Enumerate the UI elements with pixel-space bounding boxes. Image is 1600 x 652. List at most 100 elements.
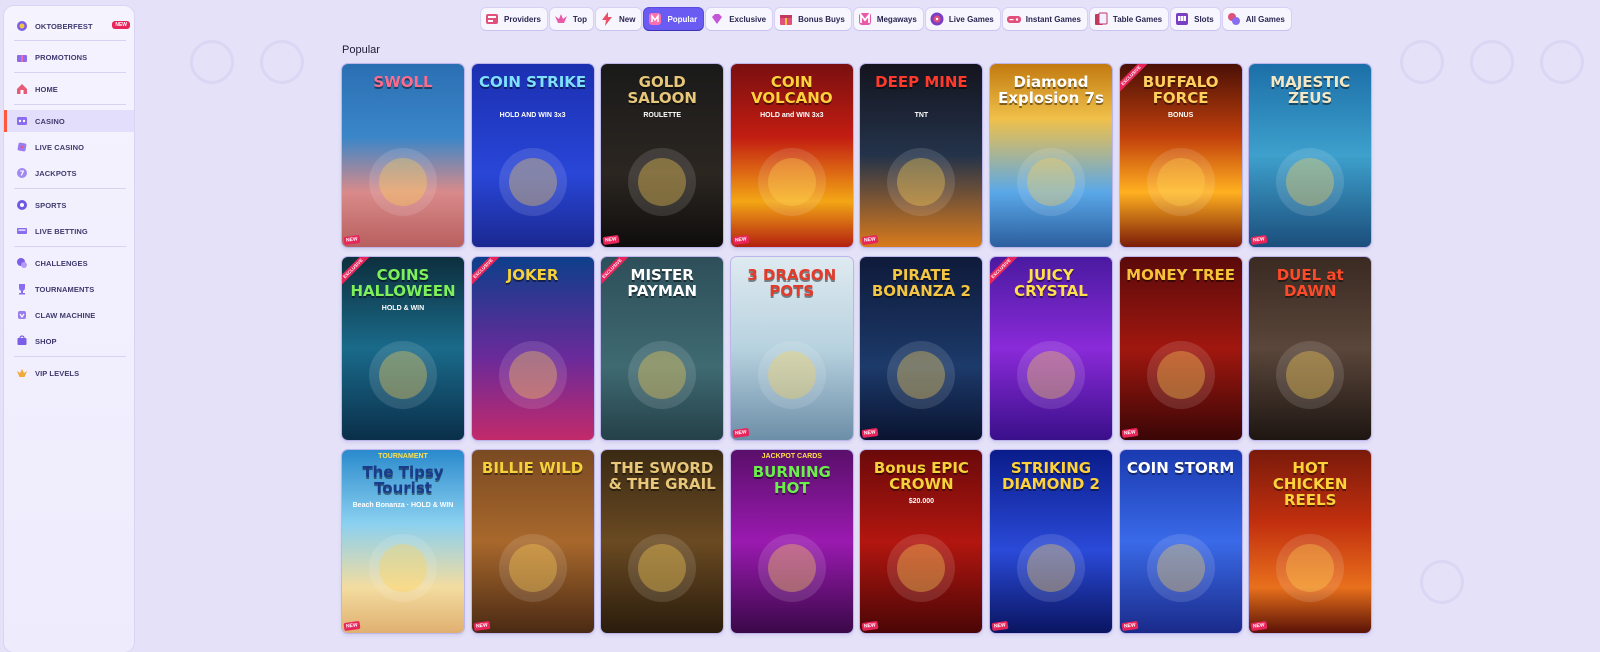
sidebar-item-label: LIVE CASINO xyxy=(35,142,85,152)
game-tile[interactable]: COIN STORM NEW xyxy=(1119,450,1242,633)
game-title: BILLIE WILD xyxy=(481,459,584,477)
tab-label: Instant Games xyxy=(1025,14,1081,24)
game-title: PIRATE BONANZA 2 xyxy=(871,266,971,300)
sidebar-item-tournaments[interactable]: TOURNAMENTS xyxy=(4,278,134,300)
game-artwork xyxy=(342,64,464,247)
game-tile[interactable]: MONEY TREE NEW xyxy=(1119,257,1242,440)
tab-live-games[interactable]: Live Games xyxy=(925,8,1000,30)
sidebar-item-live-casino[interactable]: LIVE CASINO xyxy=(4,136,134,158)
game-tile[interactable]: STRIKING DIAMOND 2 NEW xyxy=(990,450,1112,633)
game-tile[interactable]: BILLIE WILD NEW xyxy=(471,450,594,633)
game-title: GOLD SALOON xyxy=(627,73,697,107)
sidebar-item-challenges[interactable]: CHALLENGES xyxy=(4,252,134,274)
gamepad-icon xyxy=(1006,11,1022,27)
game-tile[interactable]: Bonus EPIC CROWN $20.000 NEW xyxy=(860,450,983,633)
tab-table-games[interactable]: Table Games xyxy=(1089,8,1169,30)
tab-label: Slots xyxy=(1194,14,1214,24)
sidebar-item-home[interactable]: HOME xyxy=(4,78,134,100)
game-tile[interactable]: JUICY CRYSTAL EXCLUSIVE xyxy=(990,257,1112,440)
game-title: 3 DRAGON POTS xyxy=(747,266,837,300)
sidebar-item-live-betting[interactable]: LIVE BETTING xyxy=(4,220,134,242)
tab-top[interactable]: Top xyxy=(549,8,593,30)
game-tile[interactable]: DUEL at DAWN xyxy=(1249,257,1372,440)
game-title: COINS HALLOWEEN xyxy=(350,266,456,300)
tab-popular[interactable]: Popular xyxy=(644,8,704,30)
game-artwork xyxy=(1120,257,1242,440)
tab-exclusive[interactable]: Exclusive xyxy=(706,8,773,30)
sidebar-item-casino[interactable]: CASINO xyxy=(4,110,134,132)
game-tile[interactable]: COIN VOLCANO HOLD and WIN 3x3 NEW xyxy=(730,64,853,247)
tab-new[interactable]: New xyxy=(595,8,642,30)
tab-label: Live Games xyxy=(948,14,994,24)
game-tile[interactable]: 3 DRAGON POTS NEW xyxy=(730,257,853,440)
live-casino-icon xyxy=(16,141,28,153)
game-title: DEEP MINE xyxy=(875,73,968,91)
tab-label: New xyxy=(618,14,636,24)
game-title: BUFFALO FORCE xyxy=(1142,73,1219,107)
sidebar-item-label: SHOP xyxy=(35,336,57,346)
game-title: DUEL at DAWN xyxy=(1276,266,1344,300)
sidebar-item-label: TOURNAMENTS xyxy=(35,284,95,294)
sidebar-item-claw-machine[interactable]: CLAW MACHINE xyxy=(4,304,134,326)
sidebar-divider xyxy=(14,246,126,247)
game-title: BURNING HOT xyxy=(752,463,831,497)
game-tile[interactable]: HOT CHICKEN REELS NEW xyxy=(1249,450,1372,633)
casino-icon xyxy=(16,115,28,127)
game-title: COIN STORM xyxy=(1126,459,1235,477)
jackpots-icon: 7 xyxy=(16,167,28,179)
sidebar: OKTOBERFEST NEW PROMOTIONS HOME CASINO L… xyxy=(4,6,134,652)
game-title: MAJESTIC ZEUS xyxy=(1270,73,1351,107)
sidebar-item-label: HOME xyxy=(35,84,58,94)
game-tile[interactable]: MISTER PAYMAN EXCLUSIVE xyxy=(601,257,724,440)
roulette-icon xyxy=(929,11,945,27)
game-title: JOKER xyxy=(506,266,559,284)
tab-label: Popular xyxy=(667,14,698,24)
game-top-label: JACKPOT CARDS xyxy=(761,453,822,460)
game-tile[interactable]: COINS HALLOWEEN HOLD & WIN EXCLUSIVE xyxy=(342,257,464,440)
game-tile[interactable]: SWOLL NEW xyxy=(342,64,464,247)
tab-all-games[interactable]: All Games xyxy=(1222,8,1291,30)
sidebar-divider xyxy=(14,40,126,41)
game-tile[interactable]: Diamond Explosion 7s xyxy=(990,64,1112,247)
game-title: MISTER PAYMAN xyxy=(627,266,698,300)
sidebar-item-shop[interactable]: SHOP xyxy=(4,330,134,352)
game-tile[interactable]: MAJESTIC ZEUS NEW xyxy=(1249,64,1372,247)
game-title: Bonus EPIC CROWN xyxy=(873,459,969,493)
game-tile[interactable]: GOLD SALOON ROULETTE NEW xyxy=(601,64,724,247)
game-tile[interactable]: DEEP MINE TNT NEW xyxy=(860,64,983,247)
tab-label: Table Games xyxy=(1112,14,1163,24)
diamond-icon xyxy=(709,11,725,27)
game-tile[interactable]: BUFFALO FORCE BONUS EXCLUSIVE xyxy=(1119,64,1242,247)
game-title: MONEY TREE xyxy=(1126,266,1236,284)
sports-icon xyxy=(16,199,28,211)
game-title: THE SWORD & THE GRAIL xyxy=(608,459,716,493)
game-tile[interactable]: TOURNAMENT The Tipsy Tourist Beach Bonanza… xyxy=(342,450,464,633)
game-title: HOT CHICKEN REELS xyxy=(1272,459,1348,509)
tab-bonus-buys[interactable]: Bonus Buys xyxy=(775,8,851,30)
game-subtitle: TNT xyxy=(914,112,929,119)
svg-text:7: 7 xyxy=(20,170,25,178)
game-tile[interactable]: PIRATE BONANZA 2 NEW xyxy=(860,257,983,440)
sidebar-item-label: JACKPOTS xyxy=(35,168,77,178)
sidebar-item-vip-levels[interactable]: VIP LEVELS xyxy=(4,362,134,384)
home-icon xyxy=(16,83,28,95)
game-tile[interactable]: JACKPOT CARDS BURNING HOT xyxy=(730,450,853,633)
tab-label: Providers xyxy=(504,14,541,24)
tab-instant-games[interactable]: Instant Games xyxy=(1002,8,1087,30)
tab-megaways[interactable]: Megaways xyxy=(853,8,923,30)
sidebar-item-oktoberfest[interactable]: OKTOBERFEST NEW xyxy=(4,15,134,37)
game-tile[interactable]: COIN STRIKE HOLD AND WIN 3x3 xyxy=(471,64,594,247)
challenges-icon xyxy=(16,257,28,269)
sidebar-item-promotions[interactable]: PROMOTIONS xyxy=(4,46,134,68)
sidebar-item-label: CLAW MACHINE xyxy=(35,310,96,320)
providers-icon xyxy=(484,11,500,27)
sidebar-item-sports[interactable]: SPORTS xyxy=(4,194,134,216)
tab-label: Top xyxy=(572,14,587,24)
game-tile[interactable]: THE SWORD & THE GRAIL xyxy=(601,450,724,633)
tab-providers[interactable]: Providers xyxy=(481,8,547,30)
sidebar-item-jackpots[interactable]: 7 JACKPOTS xyxy=(4,162,134,184)
lightning-icon xyxy=(599,11,615,27)
game-tile[interactable]: JOKER EXCLUSIVE xyxy=(471,257,594,440)
tab-slots[interactable]: Slots xyxy=(1171,8,1220,30)
game-artwork xyxy=(472,450,594,633)
